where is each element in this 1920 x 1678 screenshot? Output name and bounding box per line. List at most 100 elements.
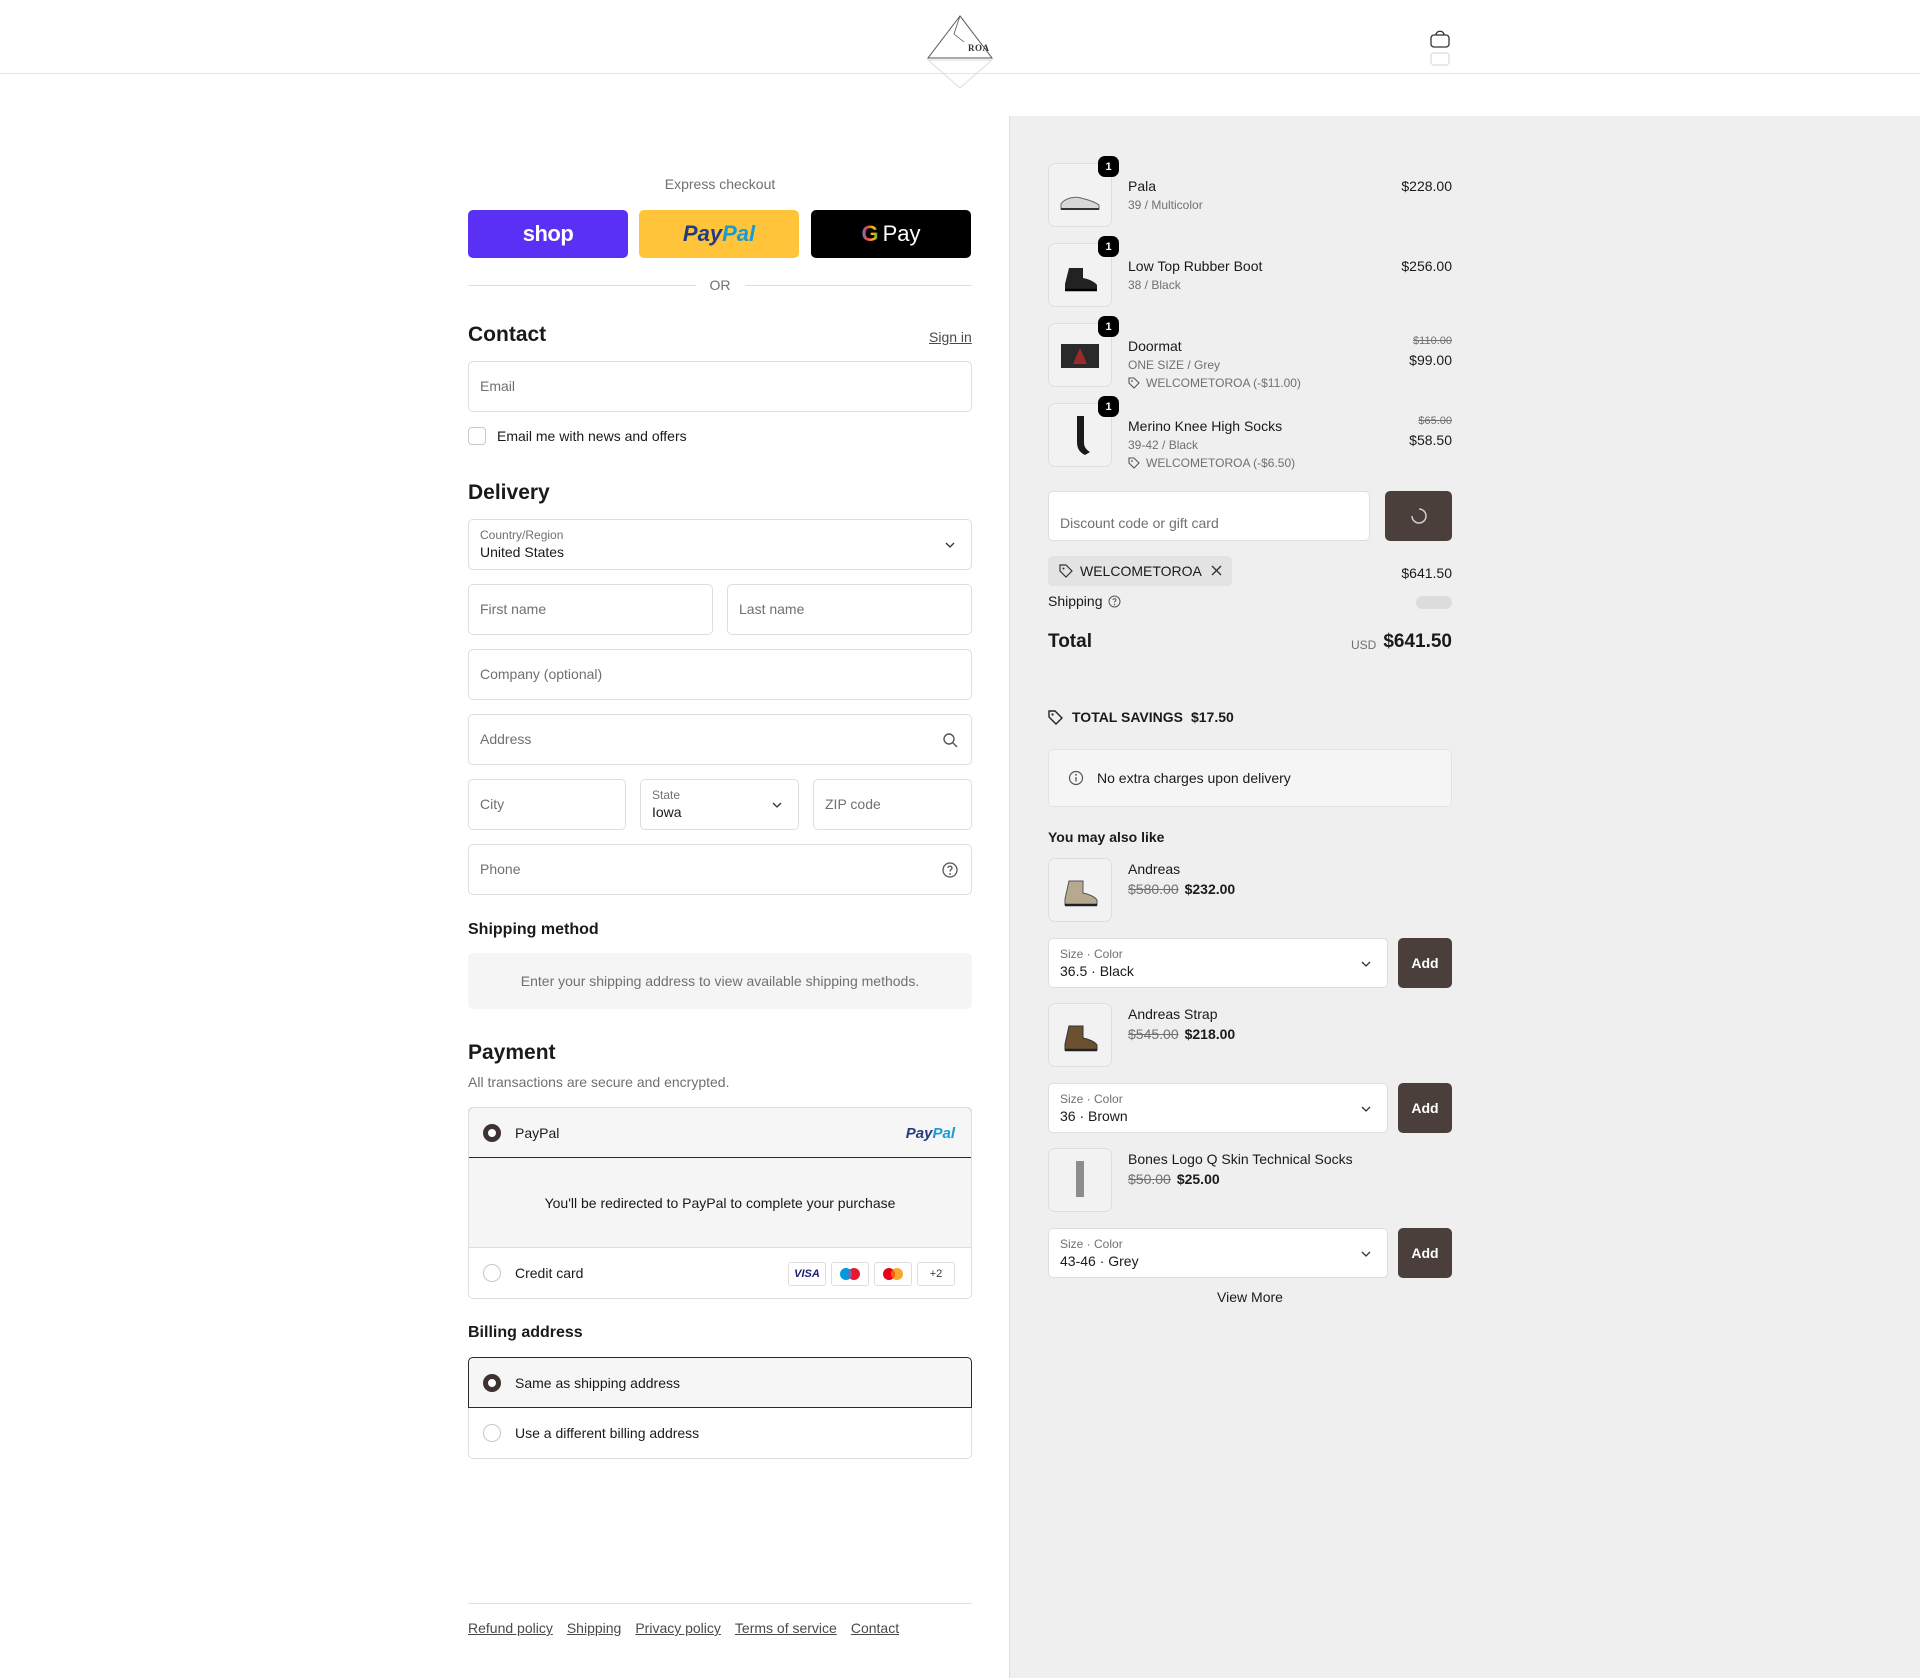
chevron-down-icon bbox=[1361, 1251, 1371, 1257]
discount-placeholder: Discount code or gift card bbox=[1060, 515, 1219, 531]
delivery-notice-text: No extra charges upon delivery bbox=[1097, 770, 1291, 786]
sale-price: $25.00 bbox=[1176, 1171, 1220, 1187]
product-thumbnail[interactable] bbox=[1048, 1148, 1112, 1212]
close-icon[interactable] bbox=[1210, 564, 1223, 577]
shop-pay-logo: shop bbox=[522, 221, 574, 246]
email-field[interactable]: Email bbox=[468, 361, 972, 412]
size-color-select[interactable]: Size · Color 43-46 · Grey bbox=[1048, 1228, 1388, 1278]
first-name-placeholder: First name bbox=[480, 601, 547, 617]
total-savings: TOTAL SAVINGS $17.50 bbox=[1048, 709, 1234, 725]
size-color-select[interactable]: Size · Color 36.5 · Black bbox=[1048, 938, 1388, 988]
shipping-link[interactable]: Shipping bbox=[567, 1620, 622, 1636]
hiking-boot-icon bbox=[1064, 1025, 1098, 1052]
last-name-field[interactable]: Last name bbox=[727, 584, 972, 635]
billing-different-radio[interactable] bbox=[483, 1424, 501, 1442]
refund-policy-link[interactable]: Refund policy bbox=[468, 1620, 553, 1636]
discount-code-input[interactable]: Discount code or gift card bbox=[1048, 491, 1370, 541]
billing-same-radio[interactable] bbox=[483, 1374, 501, 1392]
payment-option-credit-card[interactable]: Credit card VISA +2 bbox=[469, 1248, 971, 1298]
doormat-icon bbox=[1061, 344, 1099, 368]
contact-link[interactable]: Contact bbox=[851, 1620, 899, 1636]
contact-heading: Contact bbox=[468, 323, 547, 346]
news-opt-in[interactable]: Email me with news and offers bbox=[468, 427, 687, 445]
privacy-policy-link[interactable]: Privacy policy bbox=[635, 1620, 721, 1636]
item-old-price: $110.00 bbox=[1413, 335, 1452, 347]
recommendation-item: Andreas $580.00 $232.00 bbox=[1048, 858, 1452, 922]
recommendation-name[interactable]: Andreas Strap bbox=[1128, 1006, 1218, 1022]
state-label: State bbox=[652, 788, 681, 802]
cart-item: 1 Pala 39 / Multicolor $228.00 bbox=[1048, 156, 1452, 227]
subtotal-value: $641.50 bbox=[1401, 565, 1452, 581]
chevron-down-icon bbox=[1361, 961, 1371, 967]
cart-button[interactable] bbox=[1428, 26, 1452, 70]
delivery-heading: Delivery bbox=[468, 481, 550, 504]
select-label: Size · Color bbox=[1060, 947, 1123, 961]
cart-item: 1 Low Top Rubber Boot 38 / Black $256.00 bbox=[1048, 236, 1452, 307]
item-name: Merino Knee High Socks bbox=[1128, 418, 1283, 434]
size-color-select[interactable]: Size · Color 36 · Brown bbox=[1048, 1083, 1388, 1133]
recommendation-item: Bones Logo Q Skin Technical Socks $50.00… bbox=[1048, 1148, 1452, 1212]
add-button[interactable]: Add bbox=[1398, 1083, 1452, 1133]
item-old-price: $65.00 bbox=[1418, 415, 1452, 427]
billing-different-label: Use a different billing address bbox=[515, 1425, 700, 1441]
apply-discount-button[interactable] bbox=[1385, 491, 1452, 541]
paypal-button[interactable]: Pay Pal bbox=[639, 210, 799, 258]
brand-logo[interactable]: ROA bbox=[924, 14, 996, 90]
product-thumbnail: 1 bbox=[1048, 396, 1119, 467]
savings-label: TOTAL SAVINGS bbox=[1072, 709, 1183, 725]
zip-field[interactable]: ZIP code bbox=[813, 779, 972, 830]
country-select[interactable]: Country/Region United States bbox=[468, 519, 972, 570]
shop-pay-button[interactable]: shop bbox=[468, 210, 628, 258]
news-checkbox[interactable] bbox=[468, 427, 486, 445]
applied-code-label: WELCOMETOROA bbox=[1080, 563, 1202, 579]
item-variant: 39-42 / Black bbox=[1128, 438, 1199, 452]
cart-item: 1 Merino Knee High Socks 39-42 / Black W… bbox=[1048, 396, 1452, 470]
company-field[interactable]: Company (optional) bbox=[468, 649, 972, 700]
billing-same-option[interactable]: Same as shipping address bbox=[468, 1357, 972, 1408]
savings-value: $17.50 bbox=[1190, 709, 1234, 725]
item-discount-text: WELCOMETOROA (-$11.00) bbox=[1146, 376, 1301, 390]
first-name-field[interactable]: First name bbox=[468, 584, 713, 635]
recommendation-name[interactable]: Andreas bbox=[1128, 861, 1180, 877]
total-currency: USD bbox=[1351, 638, 1377, 652]
state-value: Iowa bbox=[652, 804, 682, 820]
country-value: United States bbox=[480, 544, 565, 560]
paypal-logo-pay: Pay bbox=[682, 221, 723, 246]
old-price: $545.00 bbox=[1128, 1026, 1179, 1042]
paypal-redirect-note: You'll be redirected to PayPal to comple… bbox=[469, 1158, 971, 1248]
sneaker-icon bbox=[1060, 196, 1100, 210]
item-name: Pala bbox=[1128, 178, 1157, 194]
billing-different-option[interactable]: Use a different billing address bbox=[469, 1408, 971, 1458]
help-circle-icon[interactable] bbox=[941, 861, 959, 879]
state-select[interactable]: State Iowa bbox=[640, 779, 799, 830]
google-pay-button[interactable]: G Pay bbox=[811, 210, 971, 258]
paypal-radio[interactable] bbox=[483, 1124, 501, 1142]
recommendation-name[interactable]: Bones Logo Q Skin Technical Socks bbox=[1128, 1151, 1353, 1167]
credit-card-radio[interactable] bbox=[483, 1264, 501, 1282]
sign-in-link[interactable]: Sign in bbox=[929, 329, 972, 345]
product-thumbnail[interactable] bbox=[1048, 858, 1112, 922]
address-field[interactable]: Address bbox=[468, 714, 972, 765]
quantity-badge: 1 bbox=[1098, 316, 1119, 337]
view-more-link[interactable]: View More bbox=[1048, 1289, 1452, 1305]
add-button[interactable]: Add bbox=[1398, 1228, 1452, 1278]
add-button[interactable]: Add bbox=[1398, 938, 1452, 988]
shipping-loading-placeholder bbox=[1416, 596, 1452, 609]
item-variant: 39 / Multicolor bbox=[1128, 198, 1203, 212]
quantity-badge: 1 bbox=[1098, 396, 1119, 417]
payment-heading: Payment bbox=[468, 1041, 556, 1064]
tag-icon bbox=[1059, 564, 1073, 578]
delivery-notice: No extra charges upon delivery bbox=[1048, 749, 1452, 807]
city-field[interactable]: City bbox=[468, 779, 626, 830]
billing-options: Same as shipping address Use a different… bbox=[468, 1357, 972, 1459]
select-value: 43-46 · Grey bbox=[1060, 1253, 1139, 1269]
item-name: Doormat bbox=[1128, 338, 1182, 354]
mastercard-icon bbox=[874, 1262, 912, 1286]
product-thumbnail[interactable] bbox=[1048, 1003, 1112, 1067]
phone-field[interactable]: Phone bbox=[468, 844, 972, 895]
payment-option-paypal[interactable]: PayPal PayPal bbox=[469, 1108, 971, 1158]
payment-options: PayPal PayPal You'll be redirected to Pa… bbox=[468, 1107, 972, 1299]
help-circle-icon[interactable] bbox=[1108, 595, 1121, 608]
address-placeholder: Address bbox=[480, 731, 532, 747]
terms-link[interactable]: Terms of service bbox=[735, 1620, 837, 1636]
